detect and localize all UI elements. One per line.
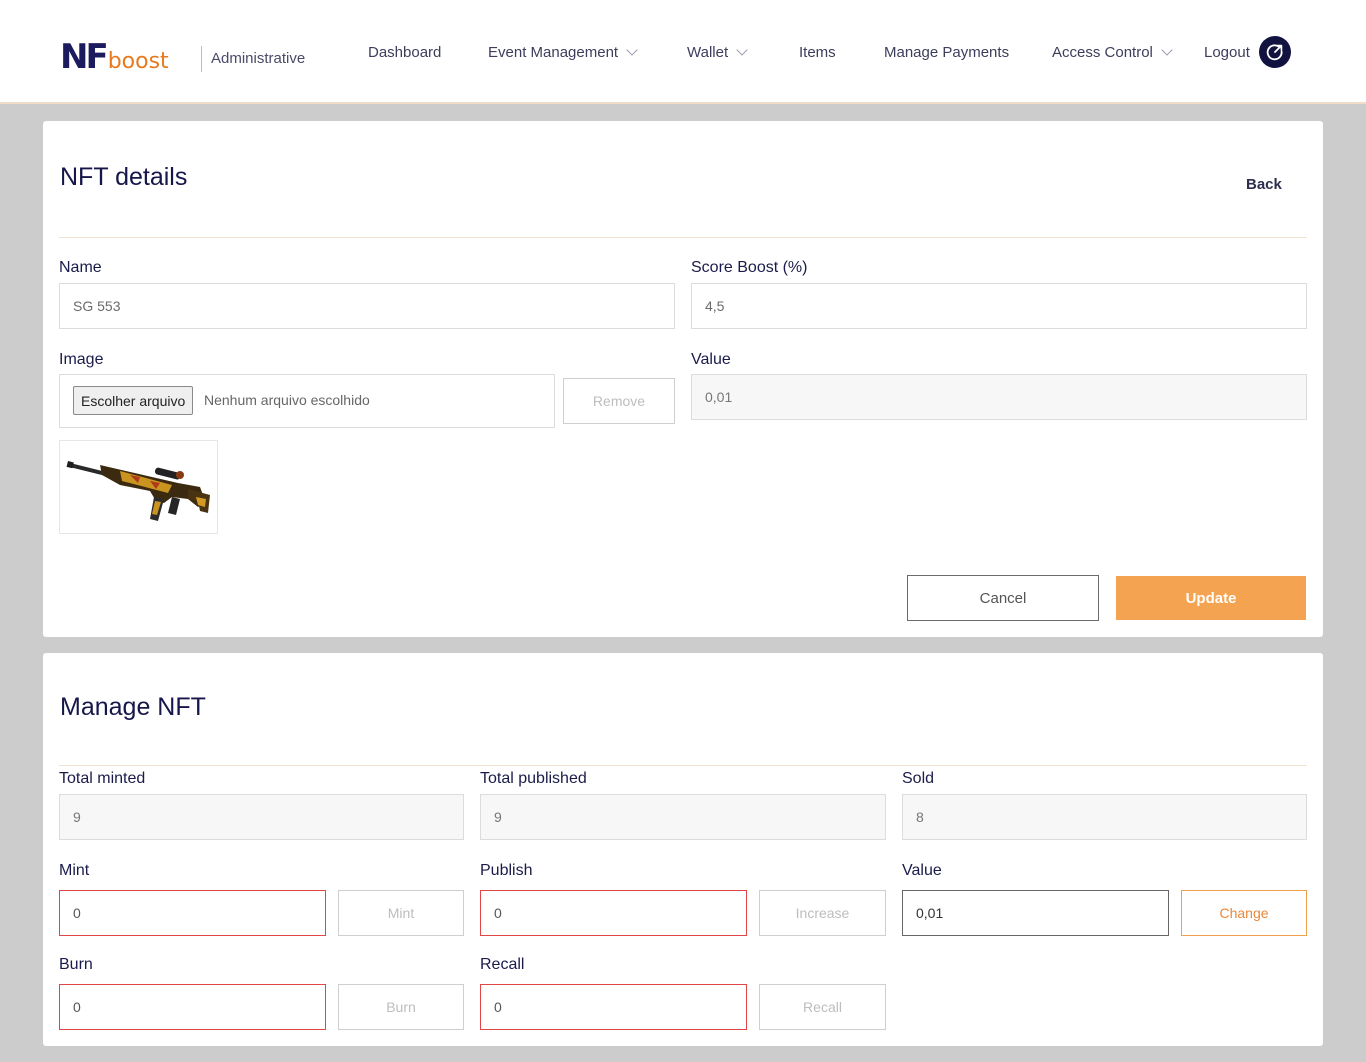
- sold-label: Sold: [902, 770, 935, 787]
- name-field[interactable]: SG 553: [59, 283, 675, 329]
- nav-access-control[interactable]: Access Control: [1052, 42, 1173, 62]
- total-minted-field: 9: [59, 794, 464, 840]
- total-published-field: 9: [480, 794, 886, 840]
- score-boost-field[interactable]: 4,5: [691, 283, 1307, 329]
- logo-nf-text: NF: [60, 37, 109, 77]
- manage-nft-title: Manage NFT: [60, 693, 206, 721]
- nav-manage-payments-label: Manage Payments: [884, 43, 1010, 61]
- title-divider: [59, 765, 1307, 766]
- nav-dashboard-label: Dashboard: [368, 43, 442, 61]
- chevron-down-icon: [1161, 43, 1173, 56]
- value-label: Value: [691, 351, 731, 368]
- nav-dashboard[interactable]: Dashboard: [368, 42, 441, 62]
- nav-wallet[interactable]: Wallet: [687, 42, 748, 62]
- recall-button[interactable]: Recall: [759, 984, 886, 1030]
- burn-input[interactable]: 0: [59, 984, 326, 1030]
- admin-label: Administrative: [211, 50, 306, 67]
- change-button[interactable]: Change: [1181, 890, 1307, 936]
- cancel-button[interactable]: Cancel: [907, 575, 1099, 621]
- nav-logout-label: Logout: [1204, 43, 1250, 61]
- choose-file-button[interactable]: Escolher arquivo: [73, 386, 194, 415]
- total-minted-label: Total minted: [59, 770, 146, 787]
- logo-divider: [201, 46, 202, 72]
- top-navbar: NF boost Administrative Dashboard Event …: [0, 0, 1366, 104]
- mint-button[interactable]: Mint: [338, 890, 464, 936]
- name-label: Name: [59, 259, 102, 276]
- nav-logout[interactable]: Logout: [1204, 42, 1250, 62]
- nav-event-management[interactable]: Event Management: [488, 42, 638, 62]
- publish-input[interactable]: 0: [480, 890, 747, 936]
- image-file-input[interactable]: Escolher arquivo Nenhum arquivo escolhid…: [59, 374, 555, 428]
- logout-power-icon[interactable]: [1259, 36, 1291, 68]
- nav-items[interactable]: Items: [799, 42, 836, 62]
- logo-boost-text: boost: [107, 49, 169, 74]
- value-field: 0,01: [691, 374, 1307, 420]
- remove-image-button[interactable]: Remove: [563, 378, 675, 424]
- mint-input[interactable]: 0: [59, 890, 326, 936]
- title-divider: [59, 237, 1307, 238]
- value-label: Value: [902, 862, 942, 879]
- nav-manage-payments[interactable]: Manage Payments: [884, 42, 1009, 62]
- no-file-text: Nenhum arquivo escolhido: [204, 392, 370, 408]
- rifle-image: [66, 460, 210, 521]
- score-boost-label: Score Boost (%): [691, 259, 808, 276]
- sold-field: 8: [902, 794, 1307, 840]
- increase-button[interactable]: Increase: [759, 890, 886, 936]
- total-published-label: Total published: [480, 770, 587, 787]
- mint-label: Mint: [59, 862, 90, 879]
- chevron-down-icon: [626, 43, 638, 56]
- value-input[interactable]: 0,01: [902, 890, 1169, 936]
- recall-input[interactable]: 0: [480, 984, 747, 1030]
- nav-event-management-label: Event Management: [488, 43, 619, 61]
- recall-label: Recall: [480, 956, 525, 973]
- nft-image-preview: [59, 440, 218, 534]
- back-link[interactable]: Back: [1246, 176, 1282, 193]
- manage-nft-card: Manage NFT Total minted 9 Total publishe…: [43, 653, 1323, 1046]
- nfboost-logo[interactable]: NF boost: [60, 38, 169, 74]
- nav-items-label: Items: [799, 43, 836, 61]
- chevron-down-icon: [736, 43, 748, 56]
- update-button[interactable]: Update: [1116, 576, 1306, 620]
- burn-label: Burn: [59, 956, 93, 973]
- nav-wallet-label: Wallet: [687, 43, 729, 61]
- nft-details-card: NFT details Back Name SG 553 Score Boost…: [43, 121, 1323, 637]
- publish-label: Publish: [480, 862, 533, 879]
- image-label: Image: [59, 351, 104, 368]
- nav-access-control-label: Access Control: [1052, 43, 1153, 61]
- nft-details-title: NFT details: [60, 163, 188, 191]
- burn-button[interactable]: Burn: [338, 984, 464, 1030]
